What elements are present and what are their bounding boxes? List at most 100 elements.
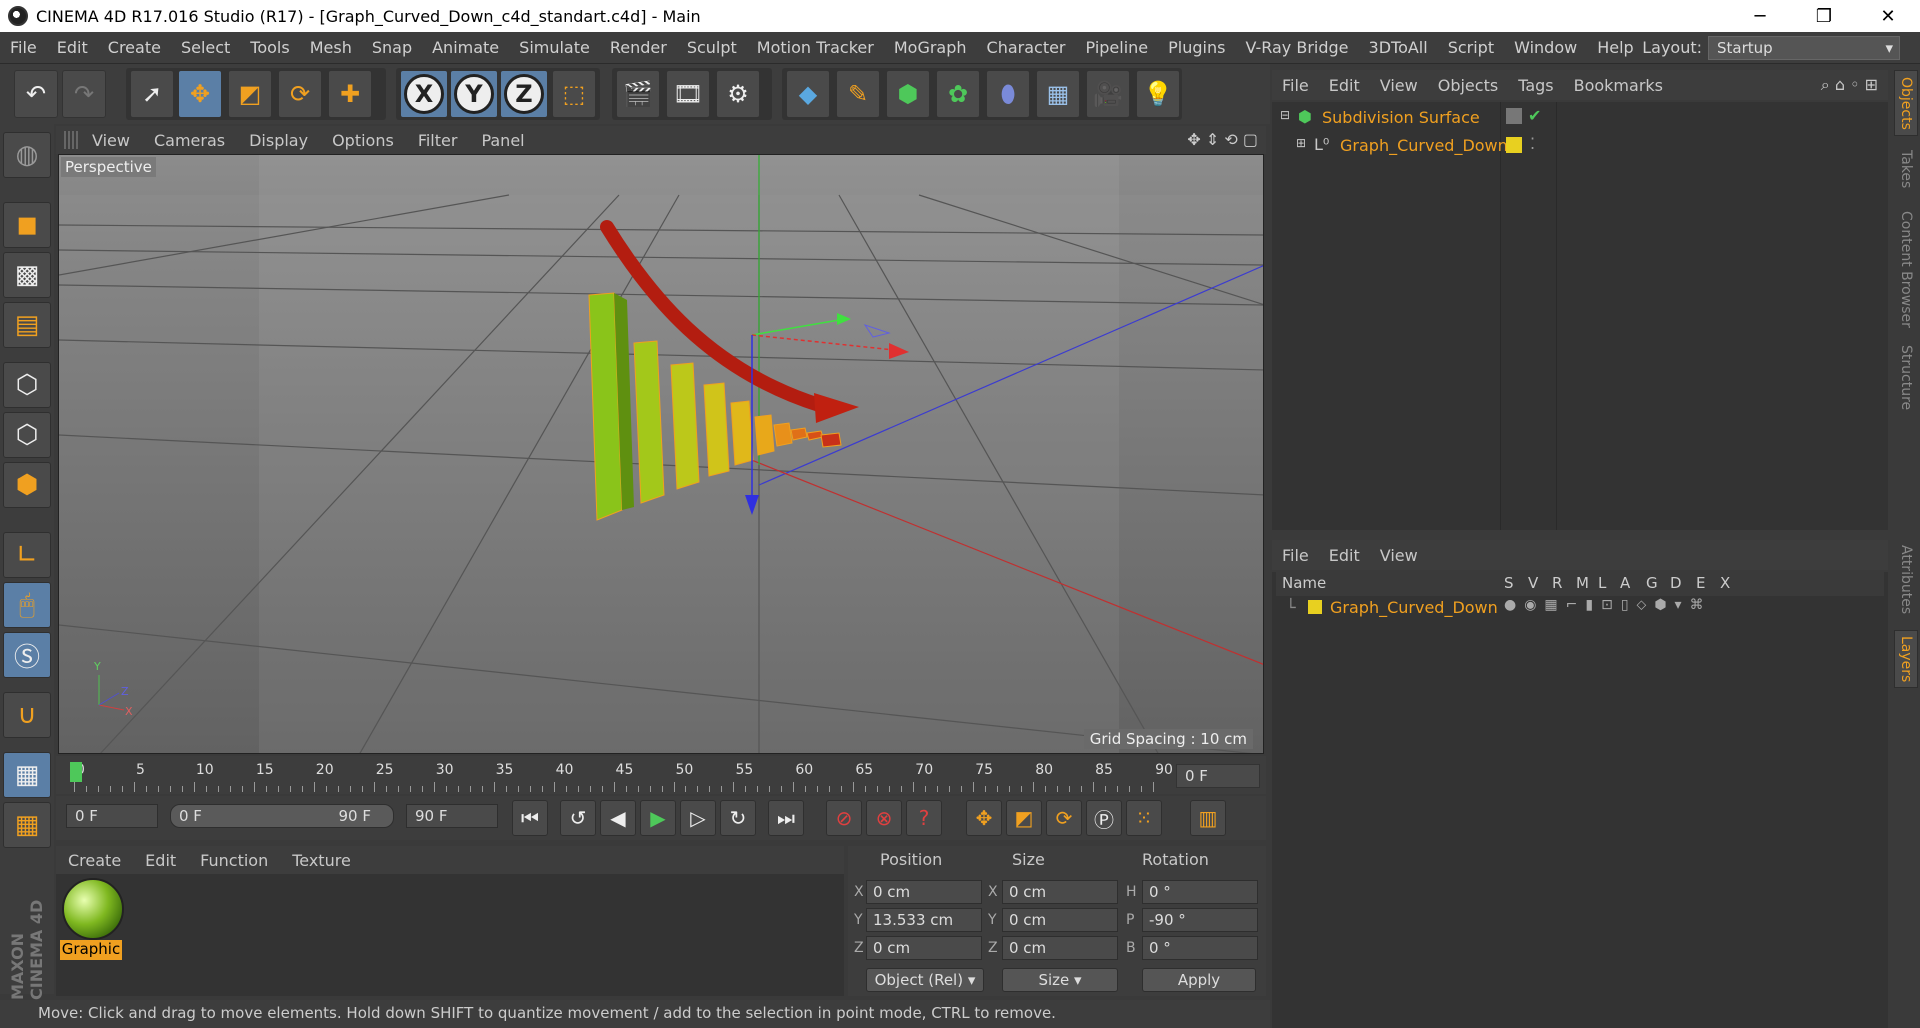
x-axis-button[interactable]: X [400, 70, 448, 118]
current-frame-field[interactable]: 0 F [1176, 764, 1260, 788]
rotation-h-field[interactable]: 0 ° [1142, 880, 1258, 904]
menu-window[interactable]: Window [1504, 38, 1587, 57]
tab-layers[interactable]: Layers [1894, 630, 1918, 688]
maximize-button[interactable]: ❐ [1792, 0, 1856, 32]
col-r[interactable]: R [1552, 574, 1562, 592]
render-picture-viewer-button[interactable]: 🎞 [666, 70, 710, 118]
layer-toggle-icons[interactable]: ●◉▦⌐▮⊡▯⬦⬢▾⌘ [1504, 597, 1712, 613]
col-e[interactable]: E [1696, 574, 1705, 592]
object-row-subdivision[interactable]: ⊟ ⬢ Subdivision Surface ✔ [1272, 106, 1888, 130]
next-key-button[interactable]: ↻ [720, 800, 756, 836]
col-g[interactable]: G [1646, 574, 1658, 592]
object-menu-objects[interactable]: Objects [1428, 76, 1508, 95]
autokey-button[interactable]: ⊗ [866, 800, 902, 836]
timeline-ruler[interactable]: 051015202530354045505560657075808590 0 F [56, 756, 1266, 794]
object-menu-tags[interactable]: Tags [1508, 76, 1563, 95]
key-pla-button[interactable]: ⁙ [1126, 800, 1162, 836]
scale-tool-button[interactable]: ◩ [228, 70, 272, 118]
menu-mesh[interactable]: Mesh [300, 38, 362, 57]
menu-snap[interactable]: Snap [362, 38, 422, 57]
rotation-b-field[interactable]: 0 ° [1142, 936, 1258, 960]
material-menu-create[interactable]: Create [56, 851, 133, 870]
viewport-menu-display[interactable]: Display [237, 131, 320, 150]
menu-motion-tracker[interactable]: Motion Tracker [747, 38, 884, 57]
menu-help[interactable]: Help [1587, 38, 1643, 57]
transform-tool-button[interactable]: ✚ [328, 70, 372, 118]
previous-frame-button[interactable]: ◀ [600, 800, 636, 836]
keyframe-selection-button[interactable]: ? [906, 800, 942, 836]
key-scale-button[interactable]: ◩ [1006, 800, 1042, 836]
object-menu-bookmarks[interactable]: Bookmarks [1564, 76, 1673, 95]
add-camera-button[interactable]: 🎥 [1086, 70, 1130, 118]
menu-mograph[interactable]: MoGraph [884, 38, 977, 57]
menu-edit[interactable]: Edit [47, 38, 98, 57]
redo-button[interactable]: ↷ [62, 70, 106, 118]
model-mode-button[interactable]: ◼ [3, 202, 51, 248]
menu-file[interactable]: File [0, 38, 47, 57]
tab-takes[interactable]: Takes [1894, 144, 1918, 194]
y-axis-button[interactable]: Y [450, 70, 498, 118]
playhead[interactable] [70, 762, 82, 782]
start-frame-field[interactable]: 0 F [66, 804, 158, 828]
play-button[interactable]: ▶ [640, 800, 676, 836]
minimize-button[interactable]: ─ [1728, 0, 1792, 32]
viewport-menu-filter[interactable]: Filter [406, 131, 470, 150]
add-spline-button[interactable]: ✎ [836, 70, 880, 118]
size-z-field[interactable]: 0 cm [1002, 936, 1118, 960]
add-floor-button[interactable]: ▦ [1036, 70, 1080, 118]
tab-structure[interactable]: Structure [1894, 340, 1918, 416]
menu-script[interactable]: Script [1438, 38, 1504, 57]
tree-expand-icon[interactable]: ⊞ [1296, 136, 1306, 150]
add-deformer-button[interactable]: ⬮ [986, 70, 1030, 118]
menu-plugins[interactable]: Plugins [1158, 38, 1235, 57]
add-cube-button[interactable]: ◆ [786, 70, 830, 118]
layer-color-swatch[interactable] [1308, 600, 1322, 614]
timeline-window-button[interactable]: ▥ [1190, 800, 1226, 836]
size-y-field[interactable]: 0 cm [1002, 908, 1118, 932]
coordinate-mode-dropdown[interactable]: Object (Rel) ▾ [866, 968, 984, 992]
enabled-check-icon[interactable]: ✔ [1528, 106, 1541, 125]
position-z-field[interactable]: 0 cm [866, 936, 982, 960]
col-v[interactable]: V [1528, 574, 1538, 592]
col-l[interactable]: L [1598, 574, 1606, 592]
render-settings-button[interactable]: ⚙ [716, 70, 760, 118]
viewport-menu-view[interactable]: View [80, 131, 142, 150]
col-s[interactable]: S [1504, 574, 1514, 592]
object-menu-edit[interactable]: Edit [1319, 76, 1370, 95]
key-position-button[interactable]: ✥ [966, 800, 1002, 836]
menu-3dtoall[interactable]: 3DToAll [1359, 38, 1438, 57]
object-menu-view[interactable]: View [1370, 76, 1428, 95]
menu-character[interactable]: Character [977, 38, 1076, 57]
axis-mode-button[interactable]: ∟ [3, 532, 51, 578]
texture-mode-button[interactable]: ▩ [3, 252, 51, 298]
col-x[interactable]: X [1720, 574, 1730, 592]
object-manager-toolbar-icons[interactable]: ⌕ ⌂ ◦ ⊞ [1821, 75, 1878, 95]
workplane-lock-button[interactable]: ▦ [3, 752, 51, 798]
perspective-viewport[interactable]: Y Z X Perspective Grid Spacing : 10 cm [58, 154, 1264, 754]
rotation-p-field[interactable]: -90 ° [1142, 908, 1258, 932]
menu-pipeline[interactable]: Pipeline [1076, 38, 1159, 57]
layer-row[interactable]: └ Graph_Curved_Down ●◉▦⌐▮⊡▯⬦⬢▾⌘ [1276, 596, 1884, 620]
rotate-tool-button[interactable]: ⟳ [278, 70, 322, 118]
move-tool-button[interactable]: ✥ [178, 70, 222, 118]
col-d[interactable]: D [1670, 574, 1682, 592]
position-y-field[interactable]: 13.533 cm [866, 908, 982, 932]
apply-button[interactable]: Apply [1142, 968, 1256, 992]
layout-dropdown[interactable]: Startup ▾ [1708, 36, 1900, 60]
object-menu-file[interactable]: File [1272, 76, 1319, 95]
menu-animate[interactable]: Animate [422, 38, 509, 57]
material-swatch[interactable]: Graphic [56, 874, 130, 966]
tab-objects[interactable]: Objects [1894, 70, 1918, 136]
menu-simulate[interactable]: Simulate [509, 38, 600, 57]
snap-button[interactable]: ∪ [3, 692, 51, 738]
live-selection-button[interactable]: ➚ [130, 70, 174, 118]
locked-workplane-button[interactable]: ▦ [3, 802, 51, 848]
tweak-mode-button[interactable]: 🖱 [3, 582, 51, 628]
solo-button[interactable]: Ⓢ [3, 632, 51, 678]
menu-select[interactable]: Select [171, 38, 240, 57]
render-view-button[interactable]: 🎬 [616, 70, 660, 118]
edges-mode-button[interactable]: ⬡ [3, 412, 51, 458]
tree-collapse-icon[interactable]: ⊟ [1280, 108, 1290, 122]
viewport-menu-options[interactable]: Options [320, 131, 406, 150]
material-menu-edit[interactable]: Edit [133, 851, 188, 870]
